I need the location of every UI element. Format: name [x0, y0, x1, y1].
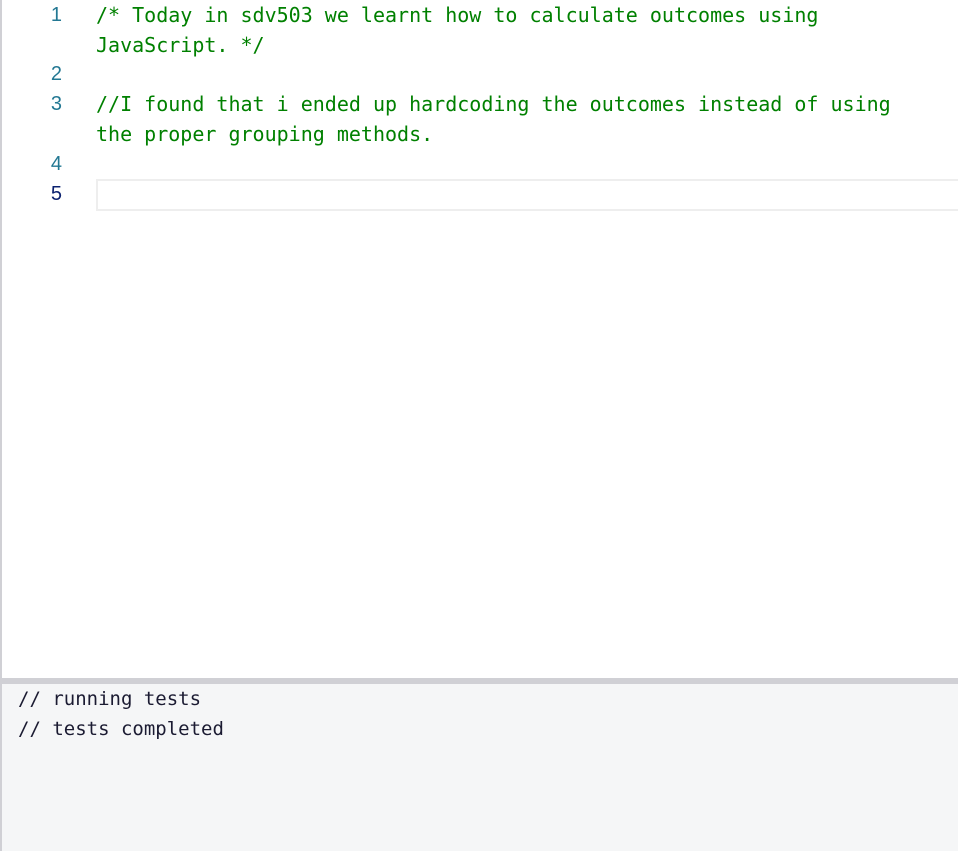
- code-editor[interactable]: 1 /* Today in sdv503 we learnt how to ca…: [2, 0, 958, 678]
- console-line: // running tests: [18, 688, 202, 710]
- line-number: 5: [50, 183, 62, 205]
- current-line-highlight: [96, 179, 958, 211]
- line-content[interactable]: /* Today in sdv503 we learnt how to calc…: [96, 0, 936, 60]
- line-content[interactable]: //I found that i ended up hardcoding the…: [96, 89, 936, 149]
- line-number: 3: [50, 93, 62, 115]
- line-number: 4: [50, 153, 62, 175]
- line-number: 2: [50, 63, 62, 85]
- test-output-console: // running tests // tests completed: [2, 684, 958, 851]
- line-number: 1: [50, 4, 62, 26]
- code-challenge-workspace: 1 /* Today in sdv503 we learnt how to ca…: [0, 0, 958, 851]
- console-line: // tests completed: [18, 718, 224, 740]
